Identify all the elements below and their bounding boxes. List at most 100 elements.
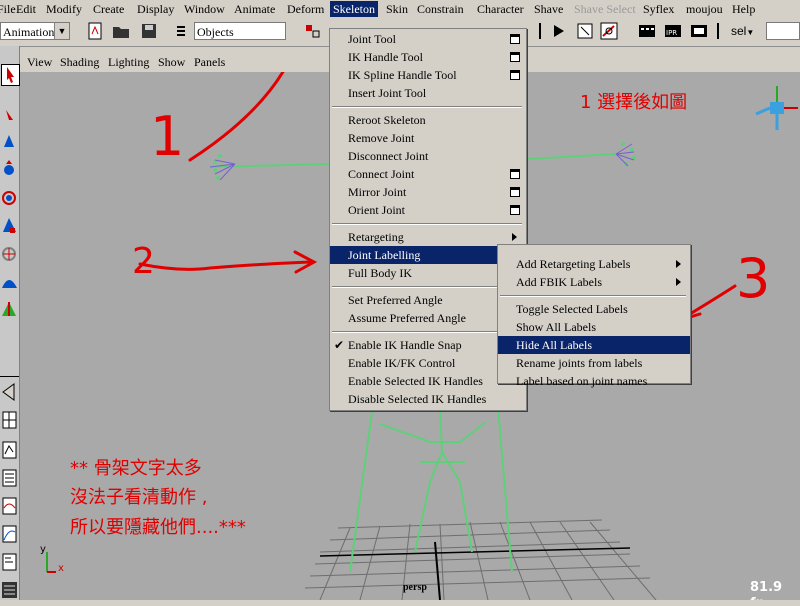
svg-text:IPR: IPR [666, 29, 677, 37]
quick-select-button[interactable]: sel▼ [731, 24, 754, 40]
construction-history-icon[interactable] [576, 22, 594, 40]
hypershade-layout-icon[interactable] [1, 494, 18, 518]
menu-item-hide-all-labels[interactable]: Hide All Labels [498, 336, 690, 354]
menu-item-label: Add FBIK Labels [516, 275, 602, 289]
menu-skeleton[interactable]: Skeleton [330, 1, 378, 17]
manipulator-tool-icon[interactable] [1, 242, 18, 266]
quick-select-field[interactable] [766, 22, 800, 40]
menu-separator [332, 106, 522, 108]
menu-moujou[interactable]: moujou [683, 1, 726, 17]
menu-item-toggle-selected-labels[interactable]: Toggle Selected Labels [498, 300, 690, 318]
render-frame-icon[interactable] [638, 22, 656, 40]
menu-item-label: Label based on joint names [516, 374, 648, 388]
input-output-arrow-icon[interactable] [550, 22, 568, 40]
panel-menu-panels[interactable]: Panels [194, 55, 225, 69]
menu-item-show-all-labels[interactable]: Show All Labels [498, 318, 690, 336]
menu-window[interactable]: Window [181, 1, 228, 17]
menu-modify[interactable]: Modify [43, 1, 85, 17]
joint-labelling-submenu: Add Retargeting Labels Add FBIK Labels Tog… [497, 244, 691, 388]
menu-item-disconnect-joint[interactable]: Disconnect Joint [330, 147, 526, 165]
move-tool-icon[interactable] [1, 158, 18, 182]
menu-item-remove-joint[interactable]: Remove Joint [330, 129, 526, 147]
menu-constrain[interactable]: Constrain [414, 1, 467, 17]
paint-select-icon[interactable] [1, 132, 18, 156]
timeline-layout-icon[interactable] [1, 578, 18, 602]
panel-menu-lighting[interactable]: Lighting [108, 55, 149, 69]
lasso-tool-icon[interactable] [1, 106, 18, 130]
menu-item-insert-joint-tool[interactable]: Insert Joint Tool [330, 84, 526, 102]
panel-menu-view[interactable]: View [27, 55, 52, 69]
single-pane-layout-icon[interactable] [1, 380, 18, 404]
render-settings-icon[interactable] [690, 22, 708, 40]
menu-deform[interactable]: Deform [284, 1, 327, 17]
note-line-2: 沒法子看清動作 , [70, 487, 208, 508]
graph-editor-layout-icon[interactable] [1, 522, 18, 546]
submenu-arrow-icon [676, 278, 681, 286]
menu-create[interactable]: Create [90, 1, 127, 17]
menu-item-disable-selected-ik-handles[interactable]: Disable Selected IK Handles [330, 390, 526, 408]
quick-select-label: sel [731, 24, 747, 38]
option-box-icon[interactable] [510, 52, 520, 62]
show-manipulator-icon[interactable] [1, 298, 18, 322]
menu-item-joint-tool[interactable]: Joint Tool [330, 30, 526, 48]
menu-skin[interactable]: Skin [383, 1, 411, 17]
scale-tool-icon[interactable] [1, 214, 18, 238]
rotate-tool-icon[interactable] [1, 186, 18, 210]
menu-display[interactable]: Display [134, 1, 177, 17]
menu-separator [332, 286, 522, 288]
step-1-mark: 1 [150, 105, 185, 168]
outliner-layout-icon[interactable] [1, 466, 18, 490]
soft-mod-tool-icon[interactable] [1, 270, 18, 294]
new-scene-icon[interactable] [86, 22, 104, 40]
menu-help[interactable]: Help [729, 1, 758, 17]
menu-item-mirror-joint[interactable]: Mirror Joint [330, 183, 526, 201]
option-box-icon[interactable] [510, 70, 520, 80]
menu-item-orient-joint[interactable]: Orient Joint [330, 201, 526, 219]
save-scene-icon[interactable] [140, 22, 158, 40]
menu-item-label: Full Body IK [348, 266, 413, 280]
menu-edit[interactable]: Edit [13, 1, 39, 17]
option-box-icon[interactable] [510, 169, 520, 179]
script-editor-layout-icon[interactable] [1, 550, 18, 574]
axis-y-label: y [40, 544, 46, 555]
snap-mode-icon[interactable] [600, 22, 618, 40]
menu-item-connect-joint[interactable]: Connect Joint [330, 165, 526, 183]
select-by-hierarchy-icon[interactable] [304, 22, 322, 40]
graph-layout-icon[interactable] [1, 438, 18, 462]
menu-item-label: Add Retargeting Labels [516, 257, 631, 271]
menu-item-label: Disconnect Joint [348, 149, 429, 163]
select-tool-icon[interactable] [1, 64, 20, 86]
option-box-icon[interactable] [510, 205, 520, 215]
option-box-icon[interactable] [510, 187, 520, 197]
menu-item-label: IK Spline Handle Tool [348, 68, 457, 82]
menu-item-ik-spline-handle-tool[interactable]: IK Spline Handle Tool [330, 66, 526, 84]
ground-grid [304, 519, 657, 600]
menu-item-label-based-on-joint-names[interactable]: Label based on joint names [498, 372, 690, 390]
selection-mode-icon[interactable] [176, 22, 186, 40]
menu-item-rename-joints-from-labels[interactable]: Rename joints from labels [498, 354, 690, 372]
option-box-icon[interactable] [510, 34, 520, 44]
menu-item-label: Enable IK Handle Snap [348, 338, 462, 352]
menu-shave-select[interactable]: Shave Select [571, 1, 639, 17]
fps-readout: 81.9 fp [750, 580, 783, 600]
menu-shave[interactable]: Shave [531, 1, 566, 17]
menu-item-label: Remove Joint [348, 131, 415, 145]
menu-item-add-fbik-labels[interactable]: Add FBIK Labels [498, 273, 690, 291]
ipr-render-icon[interactable]: IPR [664, 22, 682, 40]
panel-menu-show[interactable]: Show [158, 55, 185, 69]
panel-menu-shading[interactable]: Shading [60, 55, 99, 69]
chevron-down-icon: ▼ [54, 23, 69, 39]
open-scene-icon[interactable] [112, 22, 130, 40]
selection-mask-field[interactable]: Objects [194, 22, 286, 40]
menu-item-ik-handle-tool[interactable]: IK Handle Tool [330, 48, 526, 66]
menu-item-add-retargeting-labels[interactable]: Add Retargeting Labels [498, 255, 690, 273]
menu-item-reroot-skeleton[interactable]: Reroot Skeleton [330, 111, 526, 129]
menu-syflex[interactable]: Syflex [640, 1, 677, 17]
four-pane-layout-icon[interactable] [1, 408, 18, 432]
menu-animate[interactable]: Animate [231, 1, 278, 17]
menu-character[interactable]: Character [474, 1, 527, 17]
menu-item-label: Enable Selected IK Handles [348, 374, 483, 388]
menu-item-label: Set Preferred Angle [348, 293, 443, 307]
checkmark-icon: ✔ [334, 338, 345, 352]
mode-select[interactable]: Animation ▼ [0, 22, 70, 40]
